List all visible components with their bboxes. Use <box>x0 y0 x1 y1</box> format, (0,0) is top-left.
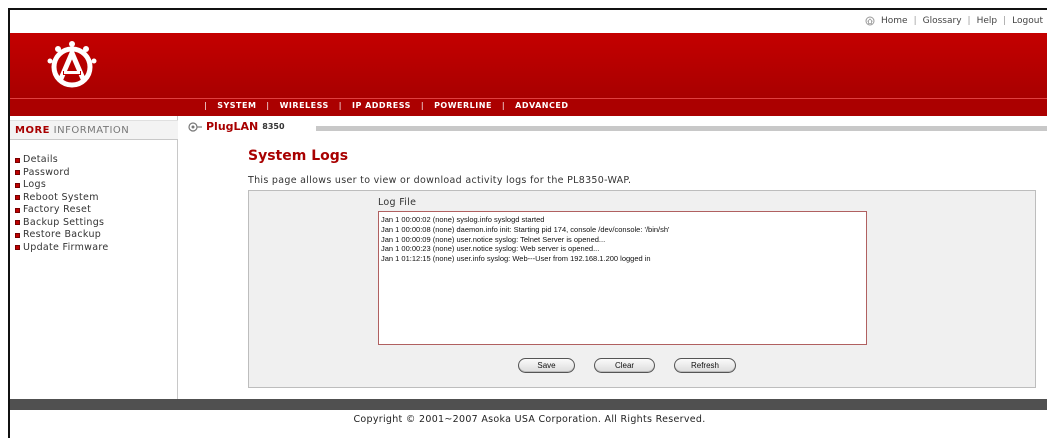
sidebar: MORE INFORMATION Details Password Logs R… <box>10 116 178 400</box>
sidebar-item-reboot-system[interactable]: Reboot System <box>15 192 108 205</box>
sidebar-item-update-firmware[interactable]: Update Firmware <box>15 242 108 255</box>
help-link[interactable]: Help <box>977 16 998 26</box>
sidebar-item-label: Details <box>23 154 59 165</box>
nav-divider: | <box>204 101 208 110</box>
product-divider <box>316 126 1047 131</box>
sidebar-item-label: Password <box>23 166 70 178</box>
sidebar-item-factory-reset[interactable]: Factory Reset <box>15 204 108 217</box>
logout-link[interactable]: Logout <box>1012 16 1043 26</box>
sidebar-item-details[interactable]: Details <box>15 154 108 167</box>
log-line: Jan 1 00:00:08 (none) daemon.info init: … <box>381 224 670 234</box>
log-line: Jan 1 00:00:09 (none) user.notice syslog… <box>381 234 606 244</box>
sidebar-item-label: Update Firmware <box>23 241 109 253</box>
refresh-button[interactable]: Refresh <box>674 358 736 373</box>
bullet-icon <box>15 195 20 201</box>
sidebar-item-restore-backup[interactable]: Restore Backup <box>15 229 108 242</box>
page-title: System Logs <box>248 148 349 164</box>
asoka-logo[interactable] <box>46 39 98 93</box>
nav-divider: | <box>266 101 270 110</box>
nav-divider: | <box>338 101 342 110</box>
sidebar-heading: MORE INFORMATION <box>10 120 178 140</box>
sidebar-item-label: Backup Settings <box>23 216 105 228</box>
top-links: Home | Glossary | Help | Logout <box>865 16 1043 26</box>
home-link[interactable]: Home <box>881 16 908 26</box>
nav-wireless[interactable]: WIRELESS <box>280 101 329 110</box>
nav-powerline[interactable]: POWERLINE <box>434 101 492 110</box>
sidebar-item-password[interactable]: Password <box>15 167 108 180</box>
sidebar-item-backup-settings[interactable]: Backup Settings <box>15 217 108 230</box>
clear-button[interactable]: Clear <box>594 358 655 373</box>
sidebar-item-logs[interactable]: Logs <box>15 179 108 192</box>
bullet-icon <box>15 157 20 163</box>
bullet-icon <box>15 220 20 226</box>
product-heading: PlugLAN 8350 <box>188 120 285 133</box>
divider: | <box>913 16 917 26</box>
footer-bar <box>10 399 1047 410</box>
signal-icon <box>188 121 202 132</box>
sidebar-item-label: Logs <box>23 179 47 190</box>
glossary-link[interactable]: Glossary <box>923 16 962 26</box>
log-line: Jan 1 00:00:23 (none) user.notice syslog… <box>381 244 600 254</box>
bullet-icon <box>15 207 20 213</box>
sidebar-heading-rest: INFORMATION <box>53 125 130 136</box>
log-file-label: Log File <box>378 197 417 208</box>
header-banner <box>10 33 1047 98</box>
bullet-icon <box>15 232 20 238</box>
nav-ip-address[interactable]: IP ADDRESS <box>352 101 411 110</box>
page-description: This page allows user to view or downloa… <box>248 175 632 186</box>
log-line: Jan 1 00:00:02 (none) syslog.info syslog… <box>381 215 545 224</box>
page-frame: Home | Glossary | Help | Logout | SYSTEM… <box>8 8 1047 438</box>
product-name: PlugLAN <box>206 120 259 133</box>
sidebar-item-label: Restore Backup <box>23 229 102 240</box>
home-icon[interactable] <box>865 16 875 26</box>
product-model: 8350 <box>262 122 285 131</box>
bullet-icon <box>15 182 20 188</box>
divider: | <box>1003 16 1007 26</box>
bullet-icon <box>15 245 20 251</box>
nav-divider: | <box>501 101 506 110</box>
bullet-icon <box>15 170 20 176</box>
sidebar-item-label: Factory Reset <box>23 204 92 215</box>
nav-system[interactable]: SYSTEM <box>217 101 256 110</box>
nav-divider: | <box>420 101 425 110</box>
sidebar-heading-bold: MORE <box>15 125 50 136</box>
divider: | <box>967 16 971 26</box>
sidebar-item-label: Reboot System <box>23 191 99 203</box>
log-textarea[interactable]: Jan 1 00:00:02 (none) syslog.info syslog… <box>378 211 867 345</box>
log-line: Jan 1 01:12:15 (none) user.info syslog: … <box>381 254 651 264</box>
main-nav: | SYSTEM | WIRELESS | IP ADDRESS | POWER… <box>10 98 1047 116</box>
nav-advanced[interactable]: ADVANCED <box>515 101 568 110</box>
copyright-text: Copyright © 2001~2007 Asoka USA Corporat… <box>353 414 706 425</box>
sidebar-menu: Details Password Logs Reboot System Fact… <box>15 154 108 254</box>
save-button[interactable]: Save <box>518 358 575 373</box>
